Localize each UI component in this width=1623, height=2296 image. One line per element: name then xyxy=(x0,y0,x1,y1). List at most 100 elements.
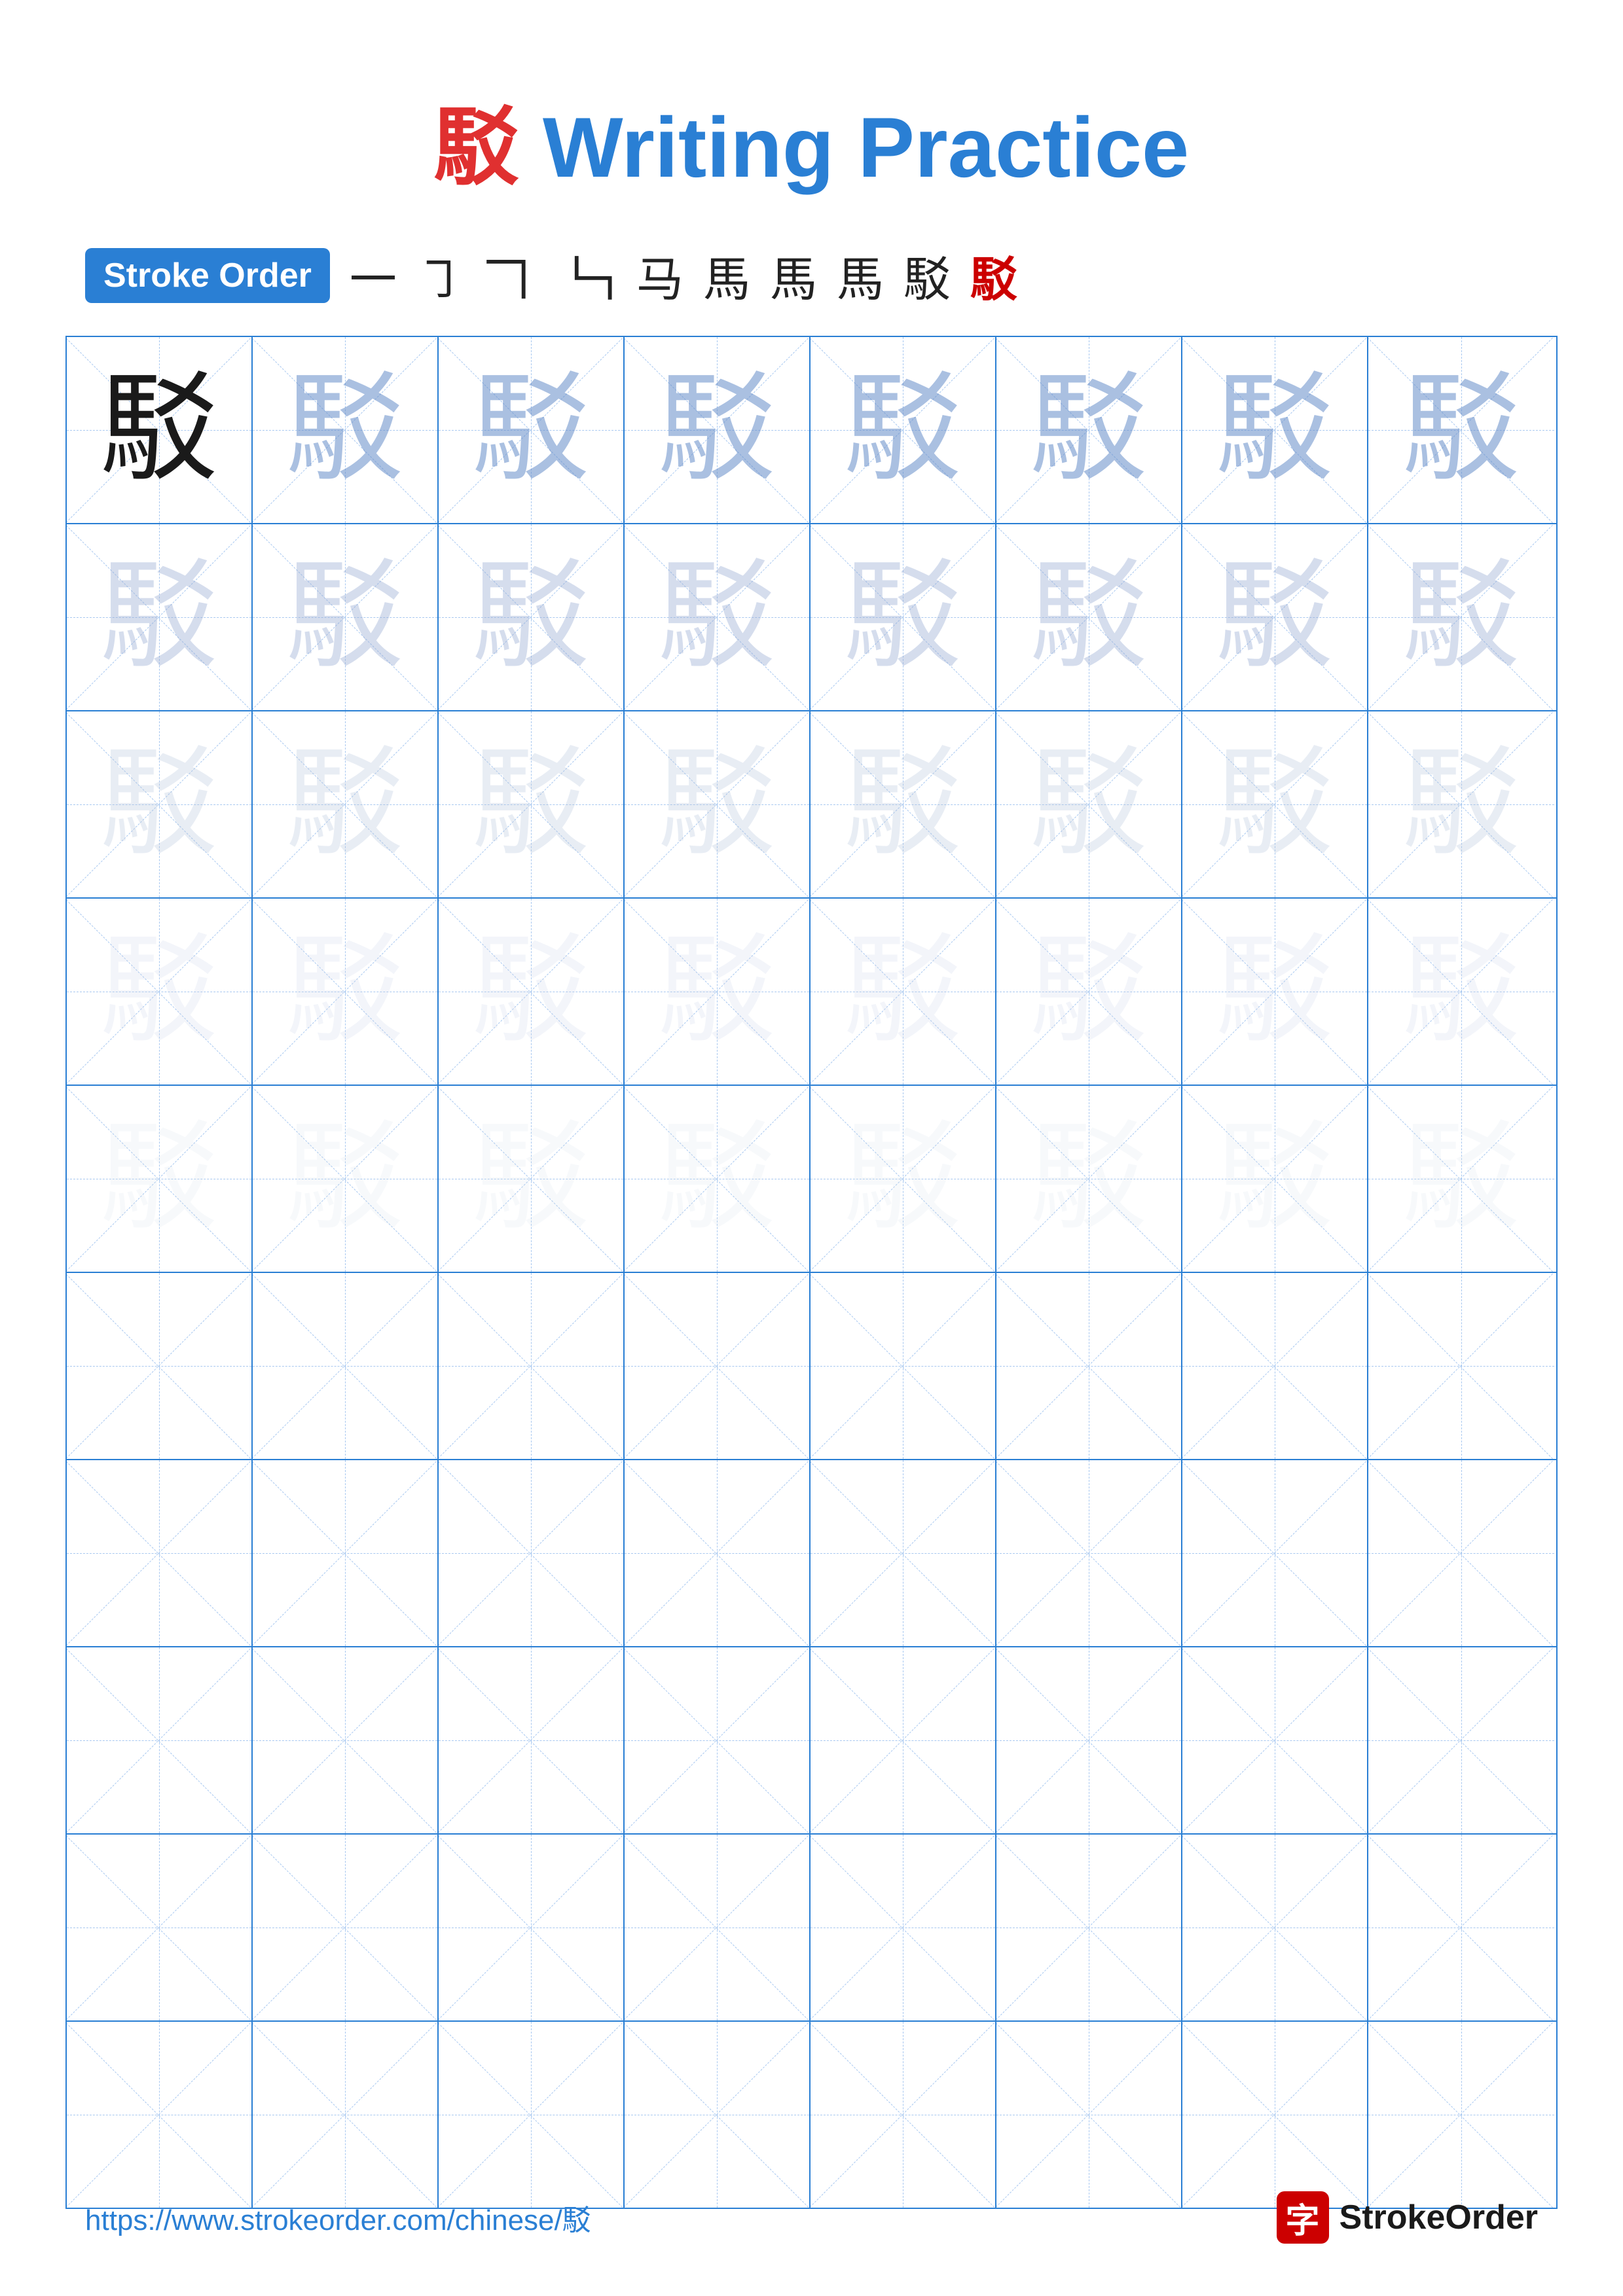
grid-cell[interactable]: 駁 xyxy=(996,711,1182,897)
grid-cell[interactable] xyxy=(625,1460,811,1646)
grid-cell[interactable]: 駁 xyxy=(996,524,1182,710)
grid-cell[interactable] xyxy=(996,1647,1182,1833)
grid-cell[interactable]: 駁 xyxy=(811,524,996,710)
grid-cell[interactable]: 駁 xyxy=(439,711,625,897)
grid-cell[interactable] xyxy=(67,1647,253,1833)
grid-cell[interactable]: 駁 xyxy=(811,337,996,523)
grid-cell[interactable] xyxy=(1368,1647,1554,1833)
grid-cell[interactable]: 駁 xyxy=(439,524,625,710)
grid-cell[interactable] xyxy=(439,2022,625,2208)
grid-cell[interactable]: 駁 xyxy=(67,1086,253,1272)
grid-row-8 xyxy=(67,1647,1556,1835)
grid-cell[interactable]: 駁 xyxy=(625,524,811,710)
grid-cell[interactable] xyxy=(1182,2022,1368,2208)
grid-cell[interactable] xyxy=(1182,1647,1368,1833)
grid-row-2: 駁 駁 駁 駁 駁 駁 駁 xyxy=(67,524,1556,711)
grid-cell[interactable]: 駁 xyxy=(625,337,811,523)
grid-cell[interactable]: 駁 xyxy=(996,899,1182,1085)
stroke-step-9: 馬 xyxy=(837,241,884,310)
grid-cell[interactable] xyxy=(996,1273,1182,1459)
grid-cell[interactable]: 駁 xyxy=(1368,711,1554,897)
grid-cell[interactable] xyxy=(1368,2022,1554,2208)
grid-cell[interactable] xyxy=(811,1835,996,2020)
grid-cell[interactable]: 駁 xyxy=(1368,899,1554,1085)
grid-cell[interactable] xyxy=(1182,1273,1368,1459)
grid-cell[interactable]: 駁 xyxy=(1368,337,1554,523)
grid-cell[interactable]: 駁 xyxy=(811,1086,996,1272)
grid-cell[interactable] xyxy=(1368,1273,1554,1459)
grid-row-4: 駁 駁 駁 駁 駁 駁 駁 xyxy=(67,899,1556,1086)
stroke-step-1: 一 xyxy=(350,241,397,310)
grid-cell[interactable] xyxy=(439,1835,625,2020)
grid-cell[interactable] xyxy=(67,1460,253,1646)
grid-cell[interactable]: 駁 xyxy=(1182,899,1368,1085)
grid-cell[interactable]: 駁 xyxy=(67,337,253,523)
grid-cell[interactable]: 駁 xyxy=(253,899,439,1085)
title-area: 駁 Writing Practice xyxy=(0,0,1623,202)
grid-cell[interactable]: 駁 xyxy=(253,711,439,897)
grid-cell[interactable] xyxy=(1182,1460,1368,1646)
grid-cell[interactable]: 駁 xyxy=(439,899,625,1085)
grid-cell[interactable]: 駁 xyxy=(253,1086,439,1272)
grid-cell[interactable] xyxy=(811,1460,996,1646)
grid-cell[interactable]: 駁 xyxy=(253,337,439,523)
grid-row-3: 駁 駁 駁 駁 駁 駁 駁 xyxy=(67,711,1556,899)
grid-cell[interactable] xyxy=(67,1835,253,2020)
stroke-step-6: 马 xyxy=(636,241,684,310)
grid-cell[interactable]: 駁 xyxy=(1182,1086,1368,1272)
grid-cell[interactable] xyxy=(811,2022,996,2208)
grid-cell[interactable]: 駁 xyxy=(253,524,439,710)
grid-row-1: 駁 駁 駁 駁 駁 駁 駁 xyxy=(67,337,1556,524)
grid-cell[interactable]: 駁 xyxy=(67,711,253,897)
grid-cell[interactable]: 駁 xyxy=(67,524,253,710)
grid-cell[interactable] xyxy=(253,1647,439,1833)
grid-cell[interactable] xyxy=(1368,1460,1554,1646)
grid-cell[interactable] xyxy=(439,1273,625,1459)
grid-cell[interactable] xyxy=(625,2022,811,2208)
grid-cell[interactable]: 駁 xyxy=(811,899,996,1085)
grid-cell[interactable]: 駁 xyxy=(811,711,996,897)
grid-cell[interactable]: 駁 xyxy=(67,899,253,1085)
grid-cell[interactable] xyxy=(253,1835,439,2020)
title-chinese-char: 駁 xyxy=(434,99,519,195)
stroke-step-5: 𠃑 xyxy=(570,241,617,310)
grid-cell[interactable]: 駁 xyxy=(1368,1086,1554,1272)
grid-cell[interactable] xyxy=(439,1460,625,1646)
grid-cell[interactable]: 駁 xyxy=(1182,711,1368,897)
grid-cell[interactable] xyxy=(1368,1835,1554,2020)
grid-cell[interactable] xyxy=(811,1273,996,1459)
grid-cell[interactable] xyxy=(439,1647,625,1833)
grid-cell[interactable] xyxy=(253,1460,439,1646)
grid-cell[interactable] xyxy=(253,2022,439,2208)
grid-cell[interactable]: 駁 xyxy=(1182,524,1368,710)
grid-cell[interactable] xyxy=(625,1273,811,1459)
grid-cell[interactable]: 駁 xyxy=(625,899,811,1085)
grid-cell[interactable]: 駁 xyxy=(625,1086,811,1272)
grid-cell[interactable] xyxy=(67,2022,253,2208)
footer-url[interactable]: https://www.strokeorder.com/chinese/駁 xyxy=(85,2197,591,2238)
grid-cell[interactable] xyxy=(811,1647,996,1833)
grid-cell[interactable]: 駁 xyxy=(1182,337,1368,523)
stroke-step-3: 𠃍 xyxy=(483,241,530,310)
grid-cell[interactable] xyxy=(996,1460,1182,1646)
stroke-order-row: Stroke Order 一 ㇆ 𠃍 𠃎 𠃑 马 馬 馬 馬 駁 駁 xyxy=(0,241,1623,310)
grid-cell[interactable] xyxy=(625,1835,811,2020)
strokeorder-logo-icon: 字 xyxy=(1277,2191,1329,2244)
grid-cell[interactable]: 駁 xyxy=(439,1086,625,1272)
grid-cell[interactable]: 駁 xyxy=(439,337,625,523)
grid-cell[interactable] xyxy=(1182,1835,1368,2020)
grid-cell[interactable] xyxy=(67,1273,253,1459)
grid-cell[interactable]: 駁 xyxy=(625,711,811,897)
grid-cell[interactable] xyxy=(996,1835,1182,2020)
grid-cell[interactable]: 駁 xyxy=(1368,524,1554,710)
grid-cell[interactable] xyxy=(996,2022,1182,2208)
grid-cell[interactable]: 駁 xyxy=(996,1086,1182,1272)
footer-logo: 字 StrokeOrder xyxy=(1277,2191,1538,2244)
title-english: Writing Practice xyxy=(543,99,1189,195)
stroke-step-11: 駁 xyxy=(970,241,1017,310)
grid-cell[interactable]: 駁 xyxy=(996,337,1182,523)
grid-cell[interactable] xyxy=(625,1647,811,1833)
grid-cell[interactable] xyxy=(253,1273,439,1459)
stroke-step-7: 馬 xyxy=(703,241,750,310)
stroke-step-8: 馬 xyxy=(770,241,817,310)
